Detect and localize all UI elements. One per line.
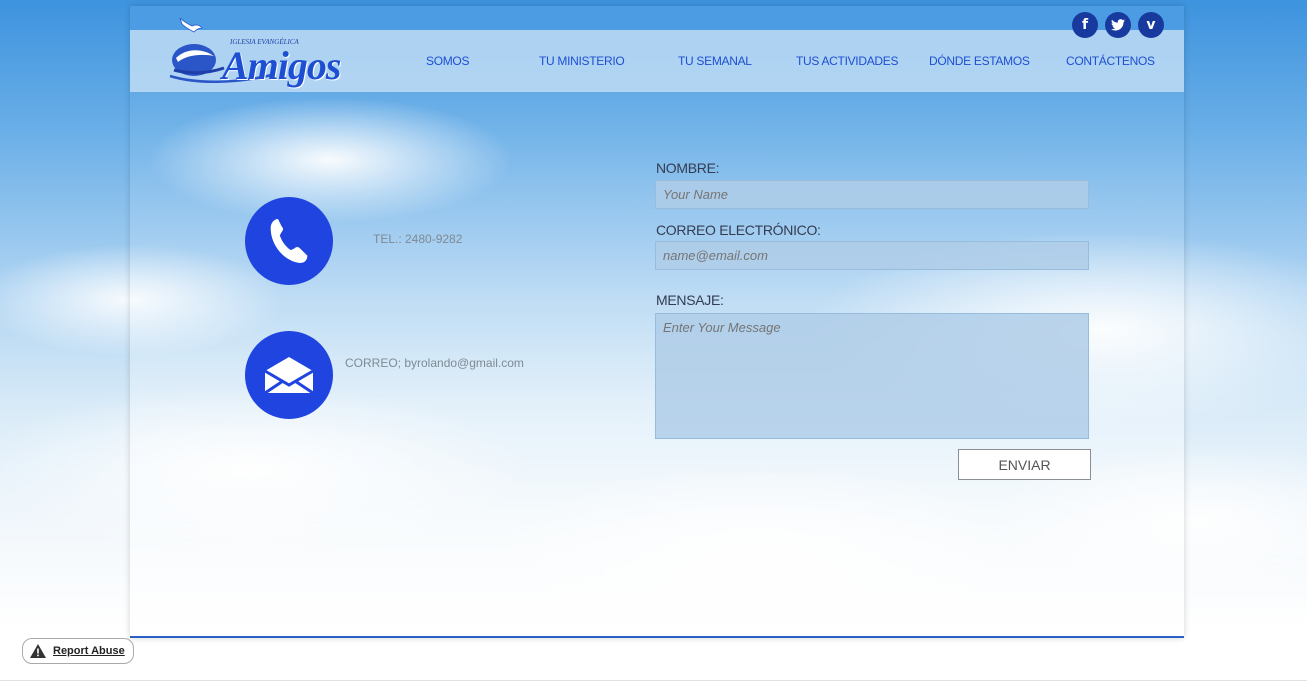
vimeo-icon[interactable]: v: [1138, 12, 1164, 38]
envelope-icon: [245, 331, 333, 419]
email-input[interactable]: [655, 241, 1089, 270]
twitter-icon[interactable]: [1105, 12, 1131, 38]
content-panel: f v IGLESIA EVANGÉLICA Amigos SOMOS TU M…: [130, 6, 1184, 638]
main-nav: SOMOS TU MINISTERIO TU SEMANAL TUS ACTIV…: [130, 54, 1184, 74]
nav-somos[interactable]: SOMOS: [426, 54, 469, 68]
message-textarea[interactable]: [655, 313, 1089, 439]
phone-text: TEL.: 2480-9282: [373, 232, 463, 246]
nav-tu-ministerio[interactable]: TU MINISTERIO: [539, 54, 625, 68]
nav-tus-actividades[interactable]: TUS ACTIVIDADES: [796, 54, 899, 68]
bird-glyph: [1111, 19, 1125, 31]
footer-divider: [0, 680, 1307, 681]
email-text: CORREO; byrolando@gmail.com: [345, 356, 524, 370]
submit-button[interactable]: ENVIAR: [958, 449, 1091, 480]
report-abuse-label: Report Abuse: [53, 645, 125, 657]
social-links: f v: [1072, 12, 1164, 38]
name-input[interactable]: [655, 180, 1089, 209]
email-label: CORREO ELECTRÓNICO:: [656, 222, 821, 238]
nav-tu-semanal[interactable]: TU SEMANAL: [678, 54, 752, 68]
report-abuse-button[interactable]: Report Abuse: [22, 638, 134, 664]
name-label: NOMBRE:: [656, 160, 720, 176]
facebook-icon[interactable]: f: [1072, 12, 1098, 38]
nav-contactenos[interactable]: CONTÁCTENOS: [1066, 54, 1155, 68]
warning-icon: [30, 644, 46, 658]
message-label: MENSAJE:: [656, 292, 724, 308]
phone-icon: [245, 197, 333, 285]
nav-donde-estamos[interactable]: DÓNDE ESTAMOS: [929, 54, 1030, 68]
